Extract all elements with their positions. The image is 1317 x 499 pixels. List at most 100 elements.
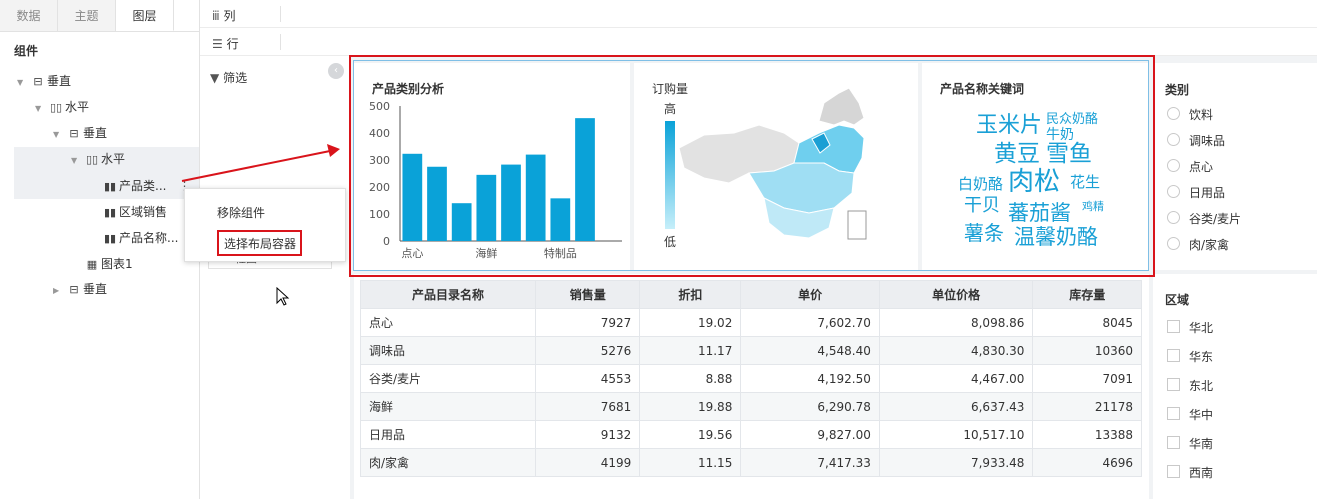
column-header[interactable]: 产品目录名称 xyxy=(359,280,537,309)
tree-node-vertical-root[interactable]: ▼ ⊟ 垂直 xyxy=(17,70,71,92)
option-label[interactable]: 谷类/麦片 xyxy=(1189,210,1241,227)
tab-layers[interactable]: 图层 xyxy=(116,0,174,31)
row-row[interactable]: ☰ 行 xyxy=(200,28,1317,56)
column-row[interactable]: ⅲ 列 xyxy=(200,0,1317,28)
caret-down-icon[interactable]: ▼ xyxy=(53,124,65,146)
radio-button[interactable] xyxy=(1167,185,1180,198)
bar-chart-icon: ▮▮ xyxy=(103,206,117,219)
table-cell: 21178 xyxy=(1032,392,1142,421)
tree-node-product-category[interactable]: ▮▮ 产品类... ⋮ xyxy=(101,175,191,197)
tree-node-vertical-collapsed[interactable]: ▶ ⊟ 垂直 xyxy=(53,278,107,300)
bar-chart-icon: ▮▮ xyxy=(103,180,117,193)
column-header[interactable]: 单价 xyxy=(740,280,880,309)
node-label: 垂直 xyxy=(83,282,108,296)
option-label[interactable]: 华中 xyxy=(1189,406,1213,423)
radio-button[interactable] xyxy=(1167,133,1180,146)
checkbox[interactable] xyxy=(1167,407,1180,420)
table-cell: 7681 xyxy=(535,392,641,421)
caret-down-icon[interactable]: ▼ xyxy=(17,72,29,94)
option-label[interactable]: 华北 xyxy=(1189,319,1213,336)
table-cell: 4199 xyxy=(535,448,641,477)
table-icon: ▦ xyxy=(86,258,98,271)
table-cell: 4553 xyxy=(535,364,641,393)
checkbox[interactable] xyxy=(1167,320,1180,333)
checkbox[interactable] xyxy=(1167,378,1180,391)
highlight-box xyxy=(349,55,1155,277)
row-label: ☰ 行 xyxy=(212,37,239,51)
option-label[interactable]: 点心 xyxy=(1189,158,1213,175)
tree-node-horizontal-inner[interactable]: ▼ ▯▯ 水平 xyxy=(71,148,125,170)
option-label[interactable]: 东北 xyxy=(1189,377,1213,394)
table-row[interactable]: 日用品 9132 19.56 9,827.00 10,517.10 13388 xyxy=(359,420,1142,449)
table-cell: 19.88 xyxy=(639,392,742,421)
column-header[interactable]: 库存量 xyxy=(1032,280,1142,309)
table-cell: 调味品 xyxy=(359,336,537,365)
data-table: 产品目录名称 销售量 折扣 单价 单位价格 库存量 点心 7927 19.02 7,602.70… xyxy=(359,280,1142,477)
table-row[interactable]: 调味品 5276 11.17 4,548.40 4,830.30 10360 xyxy=(359,336,1142,365)
table-row[interactable]: 肉/家禽 4199 11.15 7,417.33 7,933.48 4696 xyxy=(359,448,1142,477)
node-label: 垂直 xyxy=(47,74,72,88)
tab-data[interactable]: 数据 xyxy=(0,0,58,31)
caret-down-icon[interactable]: ▼ xyxy=(71,150,83,172)
table-row[interactable]: 点心 7927 19.02 7,602.70 8,098.86 8045 xyxy=(359,308,1142,337)
checkbox[interactable] xyxy=(1167,436,1180,449)
menu-item-remove[interactable]: 移除组件 xyxy=(217,204,265,221)
table-cell: 海鲜 xyxy=(359,392,537,421)
radio-button[interactable] xyxy=(1167,211,1180,224)
layer-panel: 数据 主题 图层 组件 ▼ ⊟ 垂直 ▼ ▯▯ 水平 ▼ ⊟ 垂直 ▼ ▯▯ 水平 ▮▮ 产品类.… xyxy=(0,0,200,499)
checkbox[interactable] xyxy=(1167,465,1180,478)
column-header[interactable]: 折扣 xyxy=(639,280,742,309)
horizontal-layout-icon: ▯▯ xyxy=(85,153,99,166)
option-label[interactable]: 华东 xyxy=(1189,348,1213,365)
option-label[interactable]: 华南 xyxy=(1189,435,1213,452)
column-label: ⅲ 列 xyxy=(212,9,236,23)
field-drop-rows: ⅲ 列 ☰ 行 xyxy=(200,0,1317,56)
column-header[interactable]: 销售量 xyxy=(535,280,641,309)
tree-node-table[interactable]: ▦ 图表1 xyxy=(83,253,133,275)
option-label[interactable]: 调味品 xyxy=(1189,132,1225,149)
option-label[interactable]: 饮料 xyxy=(1189,106,1213,123)
highlight-box xyxy=(217,230,302,256)
table-cell: 7,602.70 xyxy=(740,308,880,337)
region-filter: 区域 华北华东东北华中华南西南 xyxy=(1153,274,1317,499)
tree-node-product-name[interactable]: ▮▮ 产品名称... xyxy=(101,227,179,249)
table-row[interactable]: 谷类/麦片 4553 8.88 4,192.50 4,467.00 7091 xyxy=(359,364,1142,393)
bar-chart-icon: ▮▮ xyxy=(103,232,117,245)
table-cell: 11.15 xyxy=(639,448,742,477)
table-cell: 9132 xyxy=(535,420,641,449)
filter-title: 区域 xyxy=(1165,293,1190,307)
tree-node-region-sales[interactable]: ▮▮ 区域销售 xyxy=(101,201,167,223)
option-label[interactable]: 日用品 xyxy=(1189,184,1225,201)
node-label: 产品类... xyxy=(119,179,167,193)
radio-button[interactable] xyxy=(1167,237,1180,250)
table-cell: 谷类/麦片 xyxy=(359,364,537,393)
table-row[interactable]: 海鲜 7681 19.88 6,290.78 6,637.43 21178 xyxy=(359,392,1142,421)
node-label: 产品名称... xyxy=(119,231,179,245)
table-header-row: 产品目录名称 销售量 折扣 单价 单位价格 库存量 xyxy=(359,280,1142,309)
radio-button[interactable] xyxy=(1167,159,1180,172)
filter-title: ▼ 筛选 xyxy=(210,71,248,85)
vertical-layout-icon: ⊟ xyxy=(69,283,79,296)
data-table-card[interactable]: 产品目录名称 销售量 折扣 单价 单位价格 库存量 点心 7927 19.02 7,602.70… xyxy=(354,274,1149,499)
columns-icon: ⅲ xyxy=(212,9,220,23)
node-label: 图表1 xyxy=(101,257,133,271)
table-cell: 7927 xyxy=(535,308,641,337)
table-cell: 8.88 xyxy=(639,364,742,393)
caret-right-icon[interactable]: ▶ xyxy=(53,280,65,302)
tree-node-vertical[interactable]: ▼ ⊟ 垂直 xyxy=(53,122,107,144)
collapse-icon[interactable]: ‹ xyxy=(328,63,344,79)
table-cell: 日用品 xyxy=(359,420,537,449)
caret-down-icon[interactable]: ▼ xyxy=(35,98,47,120)
column-header[interactable]: 单位价格 xyxy=(878,280,1034,309)
option-label[interactable]: 肉/家禽 xyxy=(1189,236,1229,253)
checkbox[interactable] xyxy=(1167,349,1180,362)
table-cell: 肉/家禽 xyxy=(359,448,537,477)
option-label[interactable]: 西南 xyxy=(1189,464,1213,481)
radio-button[interactable] xyxy=(1167,107,1180,120)
table-cell: 4,192.50 xyxy=(740,364,880,393)
annotation-arrow xyxy=(181,144,340,182)
tree-node-horizontal[interactable]: ▼ ▯▯ 水平 xyxy=(35,96,89,118)
tab-theme[interactable]: 主题 xyxy=(58,0,116,31)
divider xyxy=(280,34,281,50)
vertical-layout-icon: ⊟ xyxy=(69,127,79,140)
